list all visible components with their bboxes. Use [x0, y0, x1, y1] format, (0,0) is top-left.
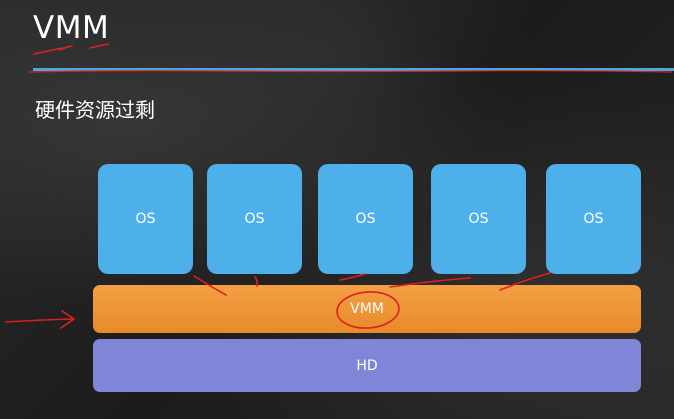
hd-layer: HD — [93, 339, 641, 392]
os-box-4: OS — [431, 164, 526, 274]
slide-subtitle: 硬件资源过剩 — [35, 98, 155, 122]
os-box-1: OS — [98, 164, 193, 274]
os-box-label: OS — [468, 211, 489, 227]
vmm-layer-label: VMM — [350, 301, 384, 317]
os-box-2: OS — [207, 164, 302, 274]
arrow-shaft-mark — [5, 318, 73, 323]
slide-title: VMM — [33, 10, 110, 46]
os-box-label: OS — [583, 211, 604, 227]
os-box-3: OS — [318, 164, 413, 274]
os-box-label: OS — [355, 211, 376, 227]
os-box-label: OS — [244, 211, 265, 227]
title-divider — [33, 68, 674, 71]
os-box-label: OS — [135, 211, 156, 227]
connector-mark-3 — [339, 273, 366, 281]
os-box-5: OS — [546, 164, 641, 274]
vmm-layer: VMM — [93, 285, 641, 333]
hd-layer-label: HD — [356, 357, 378, 374]
arrow-head-mark — [60, 310, 75, 329]
